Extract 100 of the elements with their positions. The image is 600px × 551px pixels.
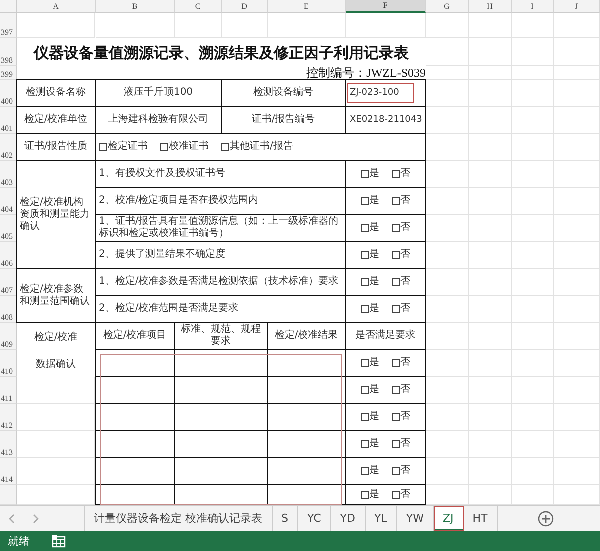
checkbox-option[interactable]: 是 [360, 276, 380, 288]
checkbox-option[interactable]: 否 [392, 465, 410, 477]
spreadsheet-cell[interactable] [554, 404, 600, 431]
row-header[interactable]: 404 [0, 188, 17, 215]
checkbox-option[interactable]: 否 [392, 384, 410, 396]
spreadsheet-cell[interactable] [512, 80, 554, 107]
spreadsheet-cell[interactable] [469, 107, 512, 134]
spreadsheet-cell[interactable] [512, 215, 554, 242]
row-header[interactable]: 403 [0, 161, 17, 188]
spreadsheet-cell[interactable] [554, 66, 600, 80]
spreadsheet-cell[interactable] [469, 377, 512, 404]
spreadsheet-cell[interactable] [554, 269, 600, 296]
checkbox-option[interactable]: 是 [360, 411, 380, 423]
macro-icon[interactable] [52, 534, 66, 548]
column-header[interactable]: B [96, 0, 175, 13]
spreadsheet-cell[interactable] [554, 350, 600, 377]
spreadsheet-cell[interactable] [554, 107, 600, 134]
spreadsheet-cell[interactable] [469, 323, 512, 350]
spreadsheet-cell[interactable] [512, 107, 554, 134]
checkbox-option[interactable]: 否 [392, 488, 410, 500]
row-header[interactable]: 406 [0, 242, 17, 269]
checkbox-option[interactable]: 其他证书/报告 [221, 141, 294, 153]
spreadsheet-cell[interactable] [469, 431, 512, 458]
spreadsheet-cell[interactable] [469, 215, 512, 242]
row-header[interactable] [0, 485, 17, 505]
spreadsheet-cell[interactable] [554, 13, 600, 38]
spreadsheet-cell[interactable] [512, 66, 554, 80]
checkbox-option[interactable]: 是 [360, 357, 380, 369]
spreadsheet-cell[interactable] [512, 188, 554, 215]
spreadsheet-cell[interactable] [469, 134, 512, 161]
spreadsheet-cell[interactable] [554, 134, 600, 161]
checkbox-option[interactable]: 是 [360, 249, 380, 261]
spreadsheet-cell[interactable] [469, 188, 512, 215]
spreadsheet-cell[interactable] [469, 66, 512, 80]
spreadsheet-cell[interactable] [554, 242, 600, 269]
checkbox-option[interactable]: 是 [360, 168, 380, 180]
spreadsheet-cell[interactable] [469, 161, 512, 188]
checkbox-option[interactable]: 是 [360, 488, 380, 500]
column-header[interactable]: C [175, 0, 222, 13]
spreadsheet-cell[interactable] [469, 38, 512, 66]
row-header[interactable]: 408 [0, 296, 17, 323]
column-header[interactable]: E [268, 0, 346, 13]
spreadsheet-cell[interactable] [469, 80, 512, 107]
checkbox-option[interactable]: 否 [392, 276, 410, 288]
spreadsheet-cell[interactable] [469, 13, 512, 38]
checkbox-option[interactable]: 否 [392, 168, 410, 180]
checkbox-option[interactable]: 校准证书 [160, 141, 209, 153]
checkbox-option[interactable]: 是 [360, 438, 380, 450]
spreadsheet-cell[interactable] [512, 13, 554, 38]
spreadsheet-cell[interactable] [512, 377, 554, 404]
spreadsheet-cell[interactable] [512, 458, 554, 485]
column-header[interactable]: G [426, 0, 469, 13]
column-header[interactable]: I [512, 0, 554, 13]
row-header[interactable]: 400 [0, 80, 17, 107]
column-header[interactable]: H [469, 0, 512, 13]
row-header[interactable]: 402 [0, 134, 17, 161]
spreadsheet-cell[interactable] [554, 377, 600, 404]
spreadsheet-cell[interactable] [512, 242, 554, 269]
checkbox-option[interactable]: 否 [392, 249, 410, 261]
spreadsheet-cell[interactable] [554, 323, 600, 350]
sheet-tab[interactable]: ZJ [434, 506, 464, 531]
checkbox-option[interactable]: 否 [392, 411, 410, 423]
spreadsheet-cell[interactable] [426, 13, 469, 38]
spreadsheet-cell[interactable] [554, 458, 600, 485]
row-header[interactable]: 414 [0, 458, 17, 485]
select-all-corner[interactable] [0, 0, 17, 13]
row-header[interactable]: 411 [0, 377, 17, 404]
column-header[interactable]: F [346, 0, 426, 13]
spreadsheet-cell[interactable] [554, 161, 600, 188]
checkbox-option[interactable]: 是 [360, 465, 380, 477]
spreadsheet-cell[interactable] [469, 296, 512, 323]
row-header[interactable]: 413 [0, 431, 17, 458]
spreadsheet-cell[interactable] [469, 350, 512, 377]
spreadsheet-cell[interactable] [469, 458, 512, 485]
row-header[interactable]: 405 [0, 215, 17, 242]
checkbox-option[interactable]: 否 [392, 303, 410, 315]
column-header[interactable]: J [554, 0, 600, 13]
checkbox-option[interactable]: 否 [392, 195, 410, 207]
spreadsheet-cell[interactable] [554, 215, 600, 242]
spreadsheet-cell[interactable] [512, 296, 554, 323]
spreadsheet-cell[interactable] [512, 38, 554, 66]
spreadsheet-cell[interactable] [512, 323, 554, 350]
spreadsheet-cell[interactable] [469, 242, 512, 269]
row-header[interactable]: 401 [0, 107, 17, 134]
spreadsheet-cell[interactable] [512, 161, 554, 188]
row-header[interactable]: 409 [0, 323, 17, 350]
spreadsheet-cell[interactable] [554, 188, 600, 215]
spreadsheet-cell[interactable] [469, 269, 512, 296]
spreadsheet-cell[interactable] [554, 296, 600, 323]
spreadsheet-cell[interactable] [554, 38, 600, 66]
row-header[interactable]: 412 [0, 404, 17, 431]
column-header[interactable]: D [222, 0, 268, 13]
spreadsheet-cell[interactable] [512, 431, 554, 458]
checkbox-option[interactable]: 否 [392, 222, 410, 234]
column-header[interactable]: A [17, 0, 96, 13]
checkbox-option[interactable]: 检定证书 [99, 141, 148, 153]
spreadsheet-cell[interactable] [512, 134, 554, 161]
row-header[interactable]: 397 [0, 13, 17, 38]
spreadsheet-cell[interactable] [512, 350, 554, 377]
row-header[interactable]: 398 [0, 38, 17, 66]
